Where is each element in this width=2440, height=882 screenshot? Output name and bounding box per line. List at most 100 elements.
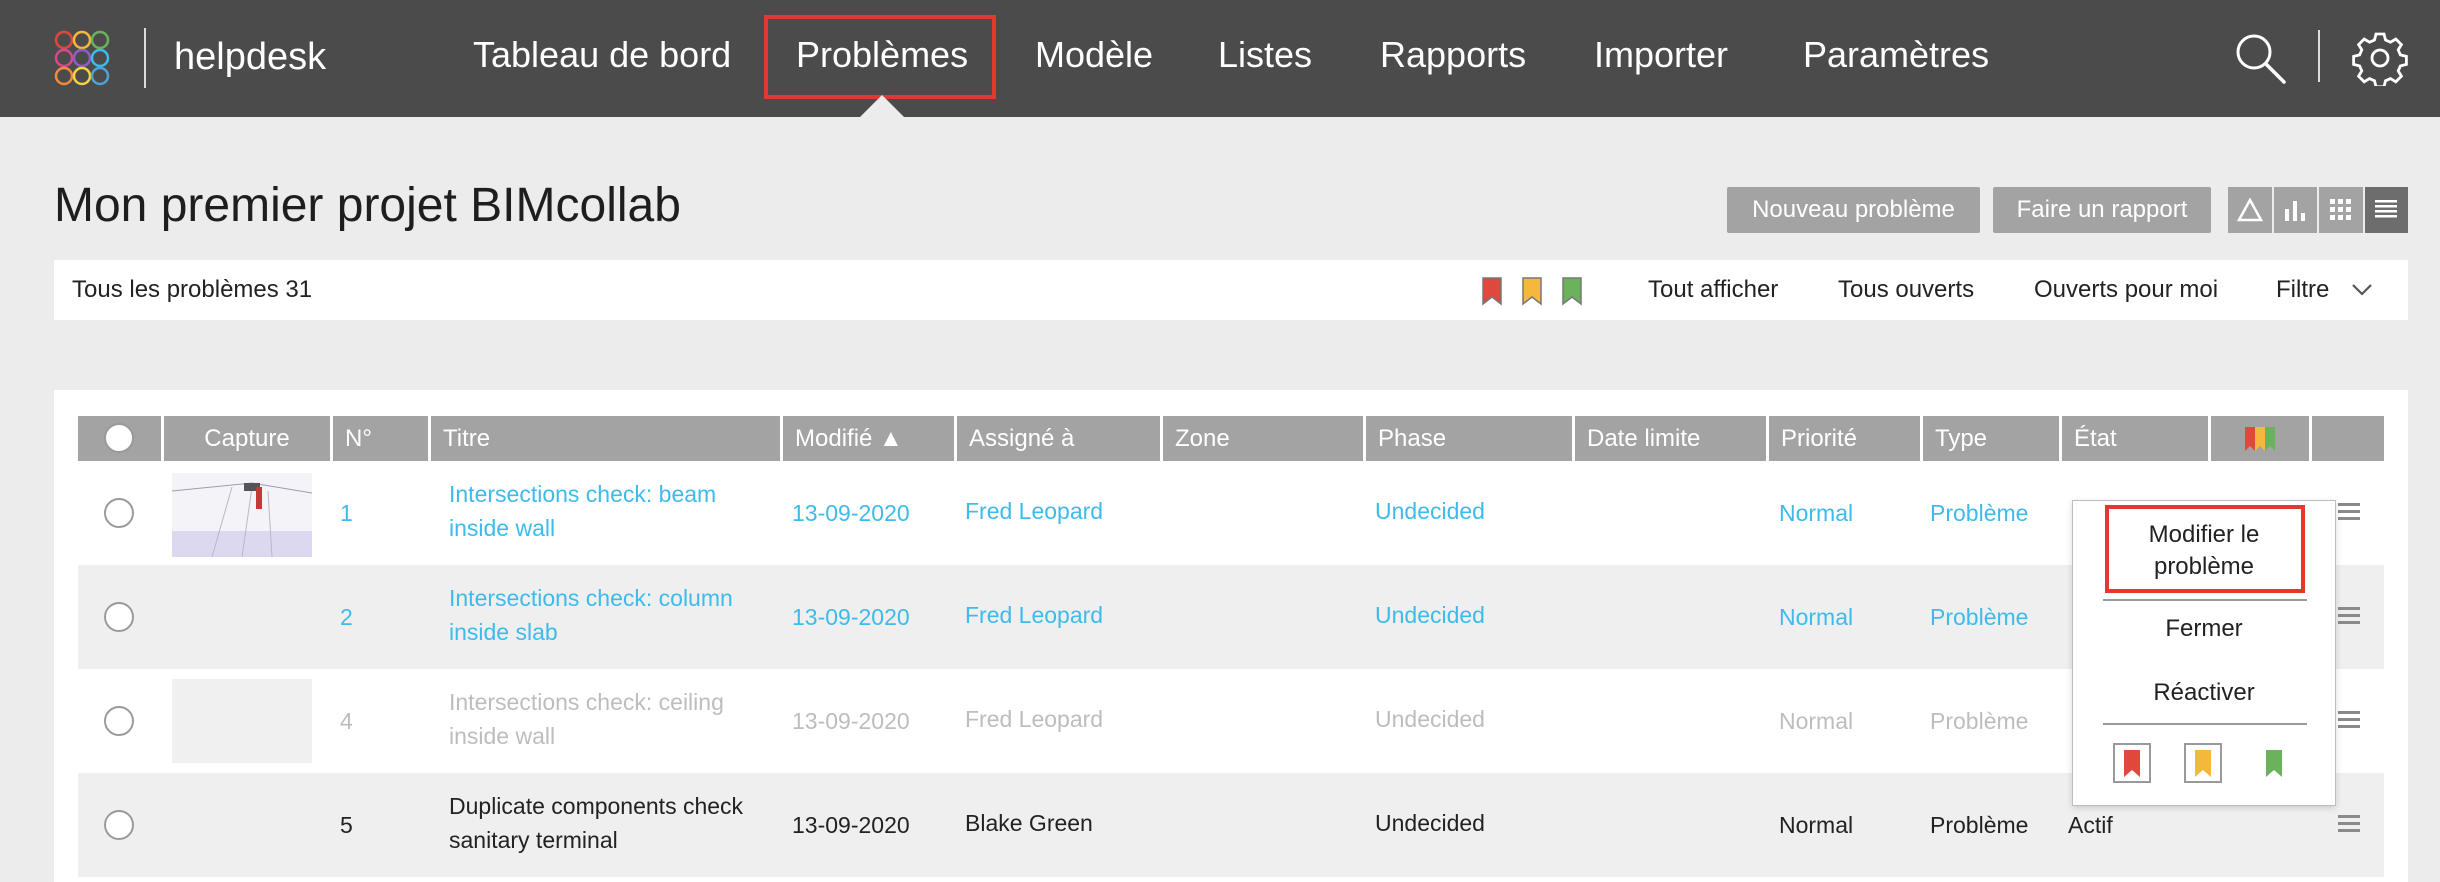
red-flag-filter-icon[interactable] bbox=[1481, 276, 1503, 306]
col-priority[interactable]: Priorité bbox=[1769, 416, 1920, 461]
issue-title[interactable]: Intersections check: column inside slab bbox=[449, 581, 759, 649]
issue-phase: Undecided bbox=[1375, 498, 1485, 524]
issue-title[interactable]: Intersections check: ceiling inside wall bbox=[449, 685, 749, 753]
row-menu-icon[interactable] bbox=[2338, 503, 2360, 521]
chevron-down-icon[interactable] bbox=[2350, 280, 2374, 300]
issue-type: Problème bbox=[1930, 812, 2029, 838]
menu-divider bbox=[2103, 723, 2307, 725]
top-nav-bar: helpdesk Tableau de bord Problèmes Modèl… bbox=[0, 0, 2440, 117]
nav-settings[interactable]: Paramètres bbox=[1803, 0, 1989, 117]
col-phase[interactable]: Phase bbox=[1366, 416, 1572, 461]
row-select-radio[interactable] bbox=[104, 602, 134, 632]
issue-priority: Normal bbox=[1779, 708, 1854, 734]
search-icon[interactable] bbox=[2232, 30, 2288, 86]
col-state[interactable]: État bbox=[2062, 416, 2208, 461]
row-select-radio[interactable] bbox=[104, 706, 134, 736]
issue-assignee[interactable]: Fred Leopard bbox=[965, 598, 1103, 632]
col-zone[interactable]: Zone bbox=[1163, 416, 1363, 461]
new-issue-button[interactable]: Nouveau problème bbox=[1727, 187, 1980, 233]
gear-icon[interactable] bbox=[2352, 30, 2408, 86]
row-select-radio[interactable] bbox=[104, 498, 134, 528]
filter-open-for-me[interactable]: Ouverts pour moi bbox=[2034, 260, 2218, 320]
table-row[interactable]: 5 Duplicate components check sanitary te… bbox=[78, 773, 2384, 877]
issue-assignee[interactable]: Blake Green bbox=[965, 806, 1093, 840]
view-list-button[interactable] bbox=[2364, 187, 2408, 233]
table-row[interactable]: 2 Intersections check: column inside sla… bbox=[78, 565, 2384, 669]
col-modified[interactable]: Modifié ▲ bbox=[783, 416, 954, 461]
issue-phase: Undecided bbox=[1375, 706, 1485, 732]
menu-red-flag-button[interactable] bbox=[2113, 743, 2151, 783]
nav-reports[interactable]: Rapports bbox=[1380, 0, 1526, 117]
green-flag-icon bbox=[2266, 750, 2282, 777]
issue-state: Actif bbox=[2068, 812, 2113, 838]
col-title[interactable]: Titre bbox=[431, 416, 780, 461]
issue-type: Problème bbox=[1930, 708, 2029, 734]
orange-flag-icon bbox=[2195, 750, 2211, 777]
nav-active-caret bbox=[860, 95, 904, 117]
issue-number[interactable]: 2 bbox=[340, 600, 353, 634]
col-type[interactable]: Type bbox=[1923, 416, 2059, 461]
helpdesk-logo-icon[interactable] bbox=[50, 26, 114, 90]
issue-screenshot-thumbnail[interactable] bbox=[172, 679, 312, 763]
issue-modified: 13-09-2020 bbox=[792, 604, 910, 630]
menu-edit-issue[interactable]: Modifier le problème bbox=[2073, 519, 2335, 583]
issue-phase: Undecided bbox=[1375, 810, 1485, 836]
menu-green-flag-button[interactable] bbox=[2255, 743, 2293, 783]
green-flag-filter-icon[interactable] bbox=[1561, 276, 1583, 306]
issue-modified: 13-09-2020 bbox=[792, 708, 910, 734]
view-chart-button[interactable] bbox=[2273, 187, 2317, 233]
issue-priority: Normal bbox=[1779, 812, 1854, 838]
col-number[interactable]: N° bbox=[333, 416, 428, 461]
row-select-radio[interactable] bbox=[104, 810, 134, 840]
filter-show-all[interactable]: Tout afficher bbox=[1648, 260, 1778, 320]
nav-import[interactable]: Importer bbox=[1594, 0, 1728, 117]
issue-type: Problème bbox=[1930, 604, 2029, 630]
nav-lists[interactable]: Listes bbox=[1218, 0, 1312, 117]
view-grid-button[interactable] bbox=[2319, 187, 2363, 233]
menu-divider bbox=[2103, 599, 2307, 601]
issue-screenshot-thumbnail[interactable] bbox=[172, 473, 312, 557]
row-menu-icon[interactable] bbox=[2338, 711, 2360, 729]
view-3d-button[interactable] bbox=[2228, 187, 2272, 233]
issue-assignee[interactable]: Fred Leopard bbox=[965, 702, 1103, 736]
issue-type: Problème bbox=[1930, 500, 2029, 526]
col-flag[interactable] bbox=[2211, 416, 2309, 461]
orange-flag-filter-icon[interactable] bbox=[1521, 276, 1543, 306]
col-due-date[interactable]: Date limite bbox=[1575, 416, 1766, 461]
filter-dropdown[interactable]: Filtre bbox=[2276, 260, 2329, 320]
list-icon bbox=[2375, 200, 2398, 218]
red-flag-icon bbox=[2124, 750, 2140, 777]
issue-number[interactable]: 5 bbox=[340, 808, 353, 842]
menu-close-issue[interactable]: Fermer bbox=[2073, 613, 2335, 645]
table-row[interactable]: 1 Intersections check: beam inside wall … bbox=[78, 461, 2384, 565]
create-report-button[interactable]: Faire un rapport bbox=[1993, 187, 2211, 233]
issue-number[interactable]: 1 bbox=[340, 496, 353, 530]
row-menu-icon[interactable] bbox=[2338, 607, 2360, 625]
menu-reactivate-issue[interactable]: Réactiver bbox=[2073, 677, 2335, 709]
issue-number[interactable]: 4 bbox=[340, 704, 353, 738]
issue-priority: Normal bbox=[1779, 500, 1854, 526]
issue-modified: 13-09-2020 bbox=[792, 500, 910, 526]
nav-dashboard[interactable]: Tableau de bord bbox=[473, 0, 731, 117]
issue-assignee[interactable]: Fred Leopard bbox=[965, 494, 1103, 528]
issue-count: Tous les problèmes 31 bbox=[72, 276, 313, 303]
nav-model[interactable]: Modèle bbox=[1035, 0, 1153, 117]
issue-title[interactable]: Duplicate components check sanitary term… bbox=[449, 789, 769, 857]
filter-all-open[interactable]: Tous ouverts bbox=[1838, 260, 1974, 320]
issue-title[interactable]: Intersections check: beam inside wall bbox=[449, 477, 749, 545]
grid-icon bbox=[2329, 199, 2351, 220]
col-capture[interactable]: Capture bbox=[164, 416, 330, 461]
nav-active-highlight bbox=[764, 15, 996, 99]
filter-bar: Tous les problèmes 31 Tout afficher Tous… bbox=[54, 260, 2408, 320]
menu-orange-flag-button[interactable] bbox=[2184, 743, 2222, 783]
flags-header-icon bbox=[2245, 427, 2275, 451]
row-menu-icon[interactable] bbox=[2338, 815, 2360, 833]
issue-modified: 13-09-2020 bbox=[792, 812, 910, 838]
table-row[interactable]: 4 Intersections check: ceiling inside wa… bbox=[78, 669, 2384, 773]
row-context-menu: Modifier le problème Fermer Réactiver bbox=[2072, 500, 2336, 806]
brand-name: helpdesk bbox=[174, 36, 327, 78]
page-title: Mon premier projet BIMcollab bbox=[54, 179, 681, 232]
col-assignee[interactable]: Assigné à bbox=[957, 416, 1160, 461]
select-all-radio[interactable] bbox=[104, 423, 134, 453]
logo-divider bbox=[144, 28, 146, 88]
